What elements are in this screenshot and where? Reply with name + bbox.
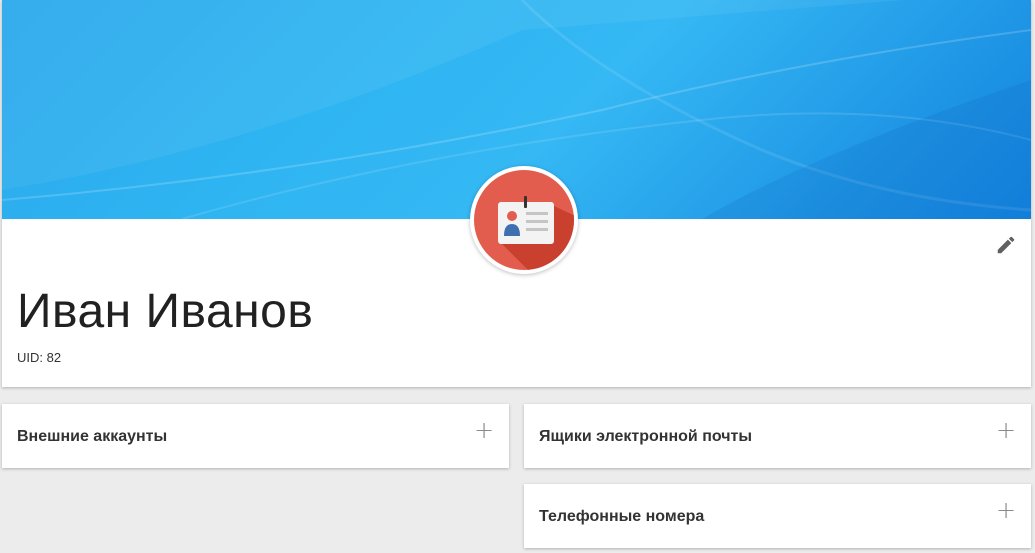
panel-title: Телефонные номера — [539, 508, 705, 525]
panel-title: Ящики электронной почты — [539, 428, 753, 445]
user-id: UID: 82 — [17, 350, 62, 365]
plus-icon: + — [995, 416, 1017, 444]
profile-card: Иван Иванов UID: 82 — [2, 0, 1031, 387]
edit-profile-button[interactable] — [995, 234, 1017, 256]
phone-numbers-panel: Телефонные номера + — [524, 484, 1031, 548]
add-phone-number-button[interactable]: + — [993, 497, 1019, 523]
external-accounts-panel: Внешние аккаунты + — [2, 404, 509, 468]
avatar — [470, 166, 578, 274]
plus-icon: + — [995, 496, 1017, 524]
add-external-account-button[interactable]: + — [471, 417, 497, 443]
pencil-icon — [997, 236, 1015, 254]
panel-title: Внешние аккаунты — [17, 428, 168, 445]
user-name: Иван Иванов — [17, 285, 314, 338]
plus-icon: + — [473, 416, 495, 444]
id-card-icon — [474, 170, 574, 270]
add-mailbox-button[interactable]: + — [993, 417, 1019, 443]
mailboxes-panel: Ящики электронной почты + — [524, 404, 1031, 468]
